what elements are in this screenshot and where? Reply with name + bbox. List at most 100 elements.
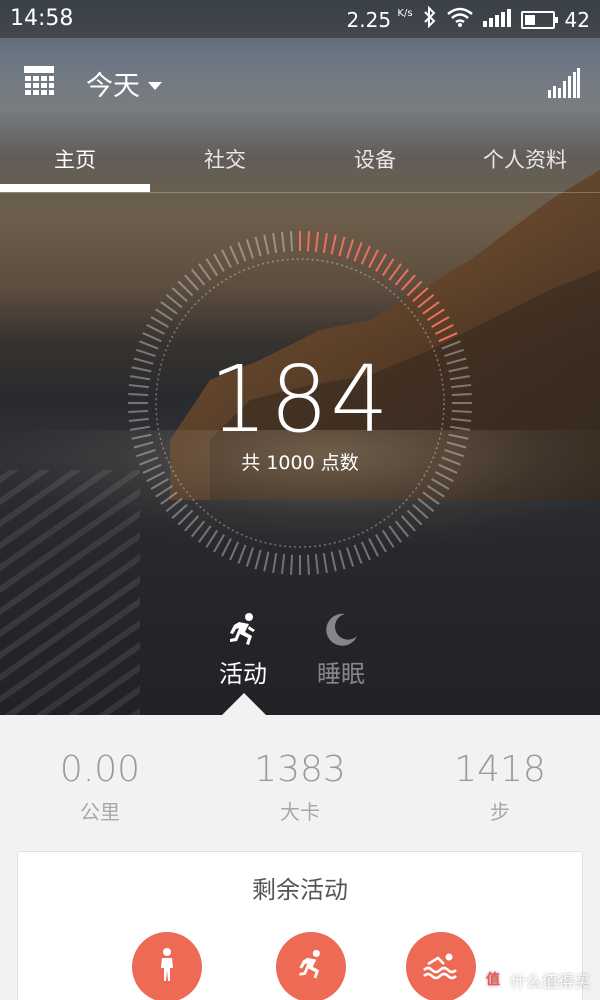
progress-tick-filled bbox=[434, 324, 454, 335]
progress-tick bbox=[263, 551, 270, 572]
progress-tick bbox=[142, 332, 162, 343]
active-tab-indicator bbox=[0, 184, 150, 192]
progress-tick-filled bbox=[431, 316, 450, 328]
network-speed: 2.25 K/s bbox=[347, 8, 413, 32]
progress-tick bbox=[375, 534, 387, 553]
stat-distance[interactable]: 0.00 公里 bbox=[0, 715, 200, 845]
progress-tick-filled bbox=[417, 293, 435, 309]
progress-tick bbox=[272, 232, 278, 254]
tabs-divider bbox=[0, 192, 600, 193]
running-icon bbox=[295, 948, 327, 986]
progress-tick bbox=[237, 242, 247, 262]
progress-tick bbox=[368, 537, 379, 557]
progress-tick bbox=[171, 287, 188, 303]
walking-activity-button[interactable] bbox=[132, 932, 202, 1000]
progress-tick bbox=[245, 547, 254, 567]
mode-sleep-label: 睡眠 bbox=[317, 660, 365, 688]
progress-tick bbox=[289, 231, 294, 252]
progress-tick bbox=[417, 497, 435, 513]
progress-tick bbox=[422, 491, 440, 505]
mode-activity[interactable]: 活动 bbox=[193, 610, 293, 689]
tab-social[interactable]: 社交 bbox=[150, 138, 300, 194]
progress-tick bbox=[338, 549, 346, 570]
calendar-icon[interactable] bbox=[24, 66, 54, 96]
date-selector[interactable]: 今天 bbox=[86, 64, 162, 103]
walking-icon bbox=[152, 948, 182, 986]
swimming-activity-button[interactable] bbox=[406, 932, 476, 1000]
progress-tick-filled bbox=[394, 268, 410, 286]
progress-tick bbox=[190, 268, 206, 286]
stat-distance-value: 0.00 bbox=[59, 749, 141, 790]
progress-tick bbox=[245, 239, 254, 259]
progress-tick bbox=[160, 491, 178, 505]
stat-distance-unit: 公里 bbox=[80, 800, 120, 824]
mode-activity-label: 活动 bbox=[219, 660, 267, 688]
progress-tick bbox=[190, 520, 206, 538]
progress-tick bbox=[229, 541, 240, 561]
progress-tick bbox=[221, 249, 232, 269]
progress-tick-filled bbox=[306, 231, 311, 252]
progress-tick bbox=[155, 308, 174, 322]
progress-tick bbox=[213, 534, 225, 553]
progress-tick bbox=[388, 525, 402, 543]
progress-tick bbox=[400, 515, 416, 532]
progress-tick bbox=[289, 554, 294, 575]
moon-icon bbox=[291, 610, 391, 650]
progress-tick bbox=[165, 497, 183, 513]
progress-tick bbox=[330, 551, 337, 572]
progress-tick-filled bbox=[388, 263, 402, 281]
progress-tick bbox=[353, 544, 363, 564]
progress-tick bbox=[155, 484, 174, 498]
progress-tick bbox=[254, 236, 262, 257]
progress-tick bbox=[314, 554, 319, 575]
progress-tick bbox=[381, 529, 395, 548]
progress-tick-filled bbox=[422, 301, 440, 315]
progress-tick-filled bbox=[338, 236, 346, 257]
progress-tick-filled bbox=[314, 231, 319, 252]
progress-tick bbox=[263, 234, 270, 255]
daily-stats: 0.00 公里 1383 大卡 1418 步 bbox=[0, 715, 600, 845]
swimming-icon bbox=[422, 950, 460, 984]
mode-sleep[interactable]: 睡眠 bbox=[291, 610, 391, 689]
progress-tick-filled bbox=[346, 239, 355, 259]
progress-tick bbox=[205, 529, 219, 548]
progress-tick bbox=[150, 478, 169, 490]
progress-tick bbox=[213, 253, 225, 272]
date-selector-label: 今天 bbox=[86, 71, 140, 102]
progress-tick bbox=[184, 515, 200, 532]
stat-steps-value: 1418 bbox=[454, 749, 546, 790]
app-screen: 14:58 2.25 K/s 42 今天 主页 社交 设备 个人资料 184 共… bbox=[0, 0, 600, 1000]
watermark: 值 什么值得买 bbox=[481, 968, 590, 992]
battery-percent: 42 bbox=[564, 7, 590, 32]
progress-tick bbox=[160, 301, 178, 315]
score-goal-text: 共 1000 点数 bbox=[241, 452, 359, 474]
progress-tick bbox=[205, 258, 219, 277]
progress-tick bbox=[237, 544, 247, 564]
mode-pointer bbox=[222, 693, 266, 715]
progress-tick bbox=[272, 552, 278, 574]
stat-calories[interactable]: 1383 大卡 bbox=[200, 715, 400, 845]
progress-tick bbox=[441, 340, 461, 350]
stat-calories-value: 1383 bbox=[254, 749, 346, 790]
progress-tick-filled bbox=[322, 232, 328, 254]
stats-chart-icon[interactable] bbox=[548, 68, 580, 98]
progress-tick bbox=[322, 552, 328, 574]
tab-devices[interactable]: 设备 bbox=[300, 138, 450, 194]
status-bar: 14:58 2.25 K/s 42 bbox=[0, 0, 600, 38]
progress-tick-filled bbox=[368, 249, 379, 269]
progress-tick-filled bbox=[406, 280, 423, 297]
stat-steps[interactable]: 1418 步 bbox=[400, 715, 600, 845]
status-time: 14:58 bbox=[10, 6, 74, 31]
stat-calories-unit: 大卡 bbox=[280, 800, 320, 824]
tab-profile[interactable]: 个人资料 bbox=[450, 138, 600, 194]
running-activity-button[interactable] bbox=[276, 932, 346, 1000]
progress-tick-filled bbox=[400, 274, 416, 291]
progress-tick bbox=[184, 274, 200, 291]
chevron-down-icon bbox=[148, 81, 162, 90]
progress-tick bbox=[281, 554, 286, 575]
progress-tick-filled bbox=[360, 245, 371, 265]
progress-tick bbox=[346, 547, 355, 567]
bluetooth-icon bbox=[423, 5, 437, 33]
battery-icon bbox=[520, 10, 558, 29]
progress-tick bbox=[177, 280, 194, 297]
